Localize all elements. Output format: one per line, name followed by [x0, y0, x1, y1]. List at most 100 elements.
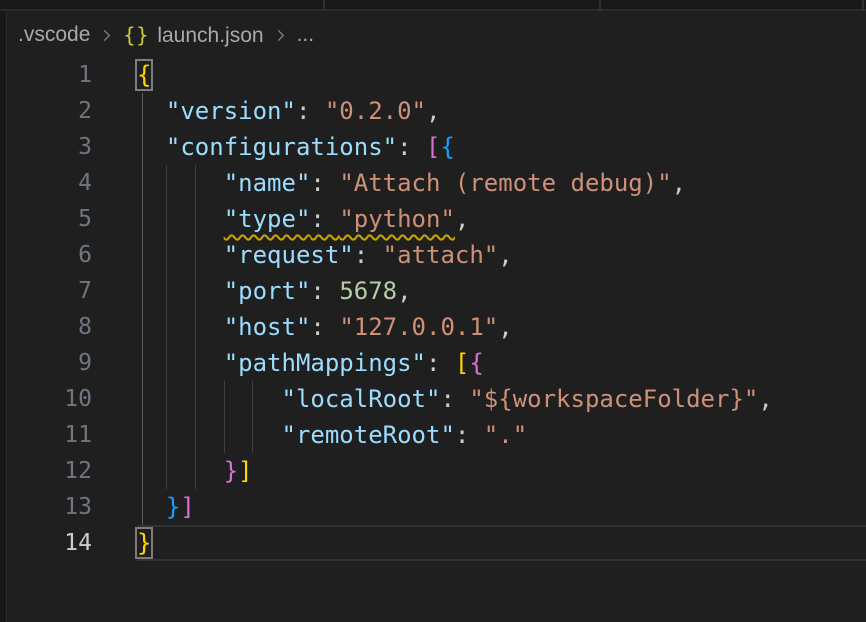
code-line[interactable]: "pathMappings": [{ — [92, 345, 484, 381]
code-line[interactable]: }] — [92, 453, 253, 489]
token: ] — [180, 493, 194, 521]
token — [137, 457, 224, 485]
line-number[interactable]: 13 — [8, 489, 92, 525]
code-row[interactable]: 1{ — [8, 57, 866, 93]
code-line[interactable]: "name": "Attach (remote debug)", — [92, 165, 686, 201]
token: { — [469, 349, 483, 377]
token: "version" — [166, 97, 296, 125]
token — [137, 493, 166, 521]
token: "attach" — [383, 241, 499, 269]
token: , — [498, 313, 512, 341]
code-line[interactable]: "request": "attach", — [92, 237, 513, 273]
line-number[interactable]: 6 — [8, 237, 92, 273]
token — [137, 385, 282, 413]
token: "${workspaceFolder}" — [469, 385, 758, 413]
code-row[interactable]: 2 "version": "0.2.0", — [8, 93, 866, 129]
code-line[interactable]: }] — [92, 489, 195, 525]
line-number[interactable]: 1 — [8, 57, 92, 93]
breadcrumb-item-file[interactable]: {} launch.json — [123, 23, 263, 48]
token — [137, 205, 224, 233]
token: { — [440, 133, 454, 161]
token: : — [296, 97, 325, 125]
token: , — [758, 385, 772, 413]
token: : — [310, 313, 339, 341]
line-number[interactable]: 10 — [8, 381, 92, 417]
code-row[interactable]: 5 "type": "python", — [8, 201, 866, 237]
token: "pathMappings" — [224, 349, 426, 377]
code-line[interactable]: "version": "0.2.0", — [92, 93, 440, 129]
breadcrumb-item-symbol[interactable]: ... — [297, 23, 315, 47]
code-row[interactable]: 12 }] — [8, 453, 866, 489]
code-line[interactable]: "configurations": [{ — [92, 129, 455, 165]
tab-divider — [323, 0, 325, 11]
code-row[interactable]: 11 "remoteRoot": "." — [8, 417, 866, 453]
token: "configurations" — [166, 133, 397, 161]
line-number[interactable]: 5 — [8, 201, 92, 237]
code-row[interactable]: 10 "localRoot": "${workspaceFolder}", — [8, 381, 866, 417]
line-number[interactable]: 3 — [8, 129, 92, 165]
token: } — [224, 457, 238, 485]
code-row[interactable]: 14} — [8, 525, 866, 561]
token: 5678 — [339, 277, 397, 305]
token — [137, 277, 224, 305]
line-number[interactable]: 2 — [8, 93, 92, 129]
token — [137, 133, 166, 161]
token: ] — [238, 457, 252, 485]
token: "host" — [224, 313, 311, 341]
code-row[interactable]: 7 "port": 5678, — [8, 273, 866, 309]
tab-bar[interactable] — [0, 0, 866, 11]
line-number[interactable]: 4 — [8, 165, 92, 201]
line-number[interactable]: 11 — [8, 417, 92, 453]
breadcrumb: .vscode {} launch.json ... — [8, 13, 866, 57]
line-number[interactable]: 12 — [8, 453, 92, 489]
bracket-match: { — [137, 61, 151, 89]
code-line[interactable]: "remoteRoot": "." — [92, 417, 527, 453]
token: : — [397, 133, 426, 161]
code-lines: 1{2 "version": "0.2.0",3 "configurations… — [8, 57, 866, 561]
token: : — [426, 349, 455, 377]
code-line[interactable]: "port": 5678, — [92, 273, 412, 309]
line-number[interactable]: 8 — [8, 309, 92, 345]
code-row[interactable]: 3 "configurations": [{ — [8, 129, 866, 165]
token: "port" — [224, 277, 311, 305]
code-line[interactable]: "type": "python", — [92, 201, 469, 237]
token: "python" — [339, 205, 455, 233]
line-number[interactable]: 9 — [8, 345, 92, 381]
token: : — [455, 421, 484, 449]
token — [137, 349, 224, 377]
token: , — [672, 169, 686, 197]
token: , — [455, 205, 469, 233]
breadcrumb-item-folder[interactable]: .vscode — [18, 23, 90, 47]
token: "remoteRoot" — [282, 421, 455, 449]
token: "0.2.0" — [325, 97, 426, 125]
code-line[interactable]: "localRoot": "${workspaceFolder}", — [92, 381, 773, 417]
code-row[interactable]: 6 "request": "attach", — [8, 237, 866, 273]
tab-divider — [599, 0, 601, 11]
code-row[interactable]: 9 "pathMappings": [{ — [8, 345, 866, 381]
token: : — [440, 385, 469, 413]
token: : — [354, 241, 383, 269]
token: [ — [426, 133, 440, 161]
chevron-right-icon — [99, 28, 114, 43]
code-row[interactable]: 8 "host": "127.0.0.1", — [8, 309, 866, 345]
code-line[interactable]: } — [92, 525, 151, 561]
token: "Attach (remote debug)" — [339, 169, 671, 197]
window-left-edge — [0, 0, 7, 622]
code-editor[interactable]: 1{2 "version": "0.2.0",3 "configurations… — [8, 57, 866, 622]
token: "type" — [224, 205, 311, 233]
token — [137, 169, 224, 197]
tab-divider — [862, 0, 864, 11]
token: , — [426, 97, 440, 125]
token: , — [397, 277, 411, 305]
line-number[interactable]: 14 — [8, 525, 92, 561]
bracket-match: } — [137, 529, 151, 557]
token: } — [166, 493, 180, 521]
code-row[interactable]: 13 }] — [8, 489, 866, 525]
token: "name" — [224, 169, 311, 197]
token: : — [310, 277, 339, 305]
code-row[interactable]: 4 "name": "Attach (remote debug)", — [8, 165, 866, 201]
code-line[interactable]: "host": "127.0.0.1", — [92, 309, 513, 345]
token: : — [310, 205, 339, 233]
code-line[interactable]: { — [92, 57, 151, 93]
line-number[interactable]: 7 — [8, 273, 92, 309]
